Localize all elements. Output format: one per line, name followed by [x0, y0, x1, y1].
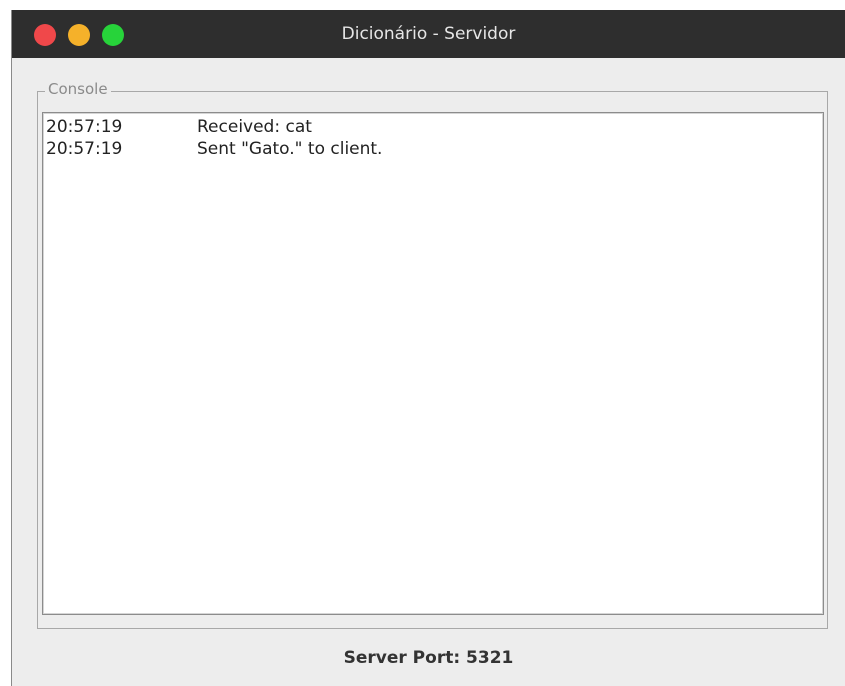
- title-bar[interactable]: Dicionário - Servidor: [12, 10, 845, 58]
- log-message: Received: cat: [197, 117, 312, 137]
- log-message: Sent "Gato." to client.: [197, 139, 383, 159]
- log-timestamp: 20:57:19: [46, 117, 123, 137]
- server-port-label: Server Port: 5321: [343, 648, 514, 668]
- window-title: Dicionário - Servidor: [341, 24, 516, 44]
- console-legend: Console: [45, 79, 111, 99]
- log-timestamp: 20:57:19: [46, 139, 123, 159]
- desktop-background: [0, 0, 11, 686]
- console-log-area[interactable]: 20:57:19 Received: cat 20:57:19 Sent "Ga…: [42, 112, 824, 615]
- server-window: Dicionário - Servidor Console 20:57:19 R…: [11, 10, 845, 686]
